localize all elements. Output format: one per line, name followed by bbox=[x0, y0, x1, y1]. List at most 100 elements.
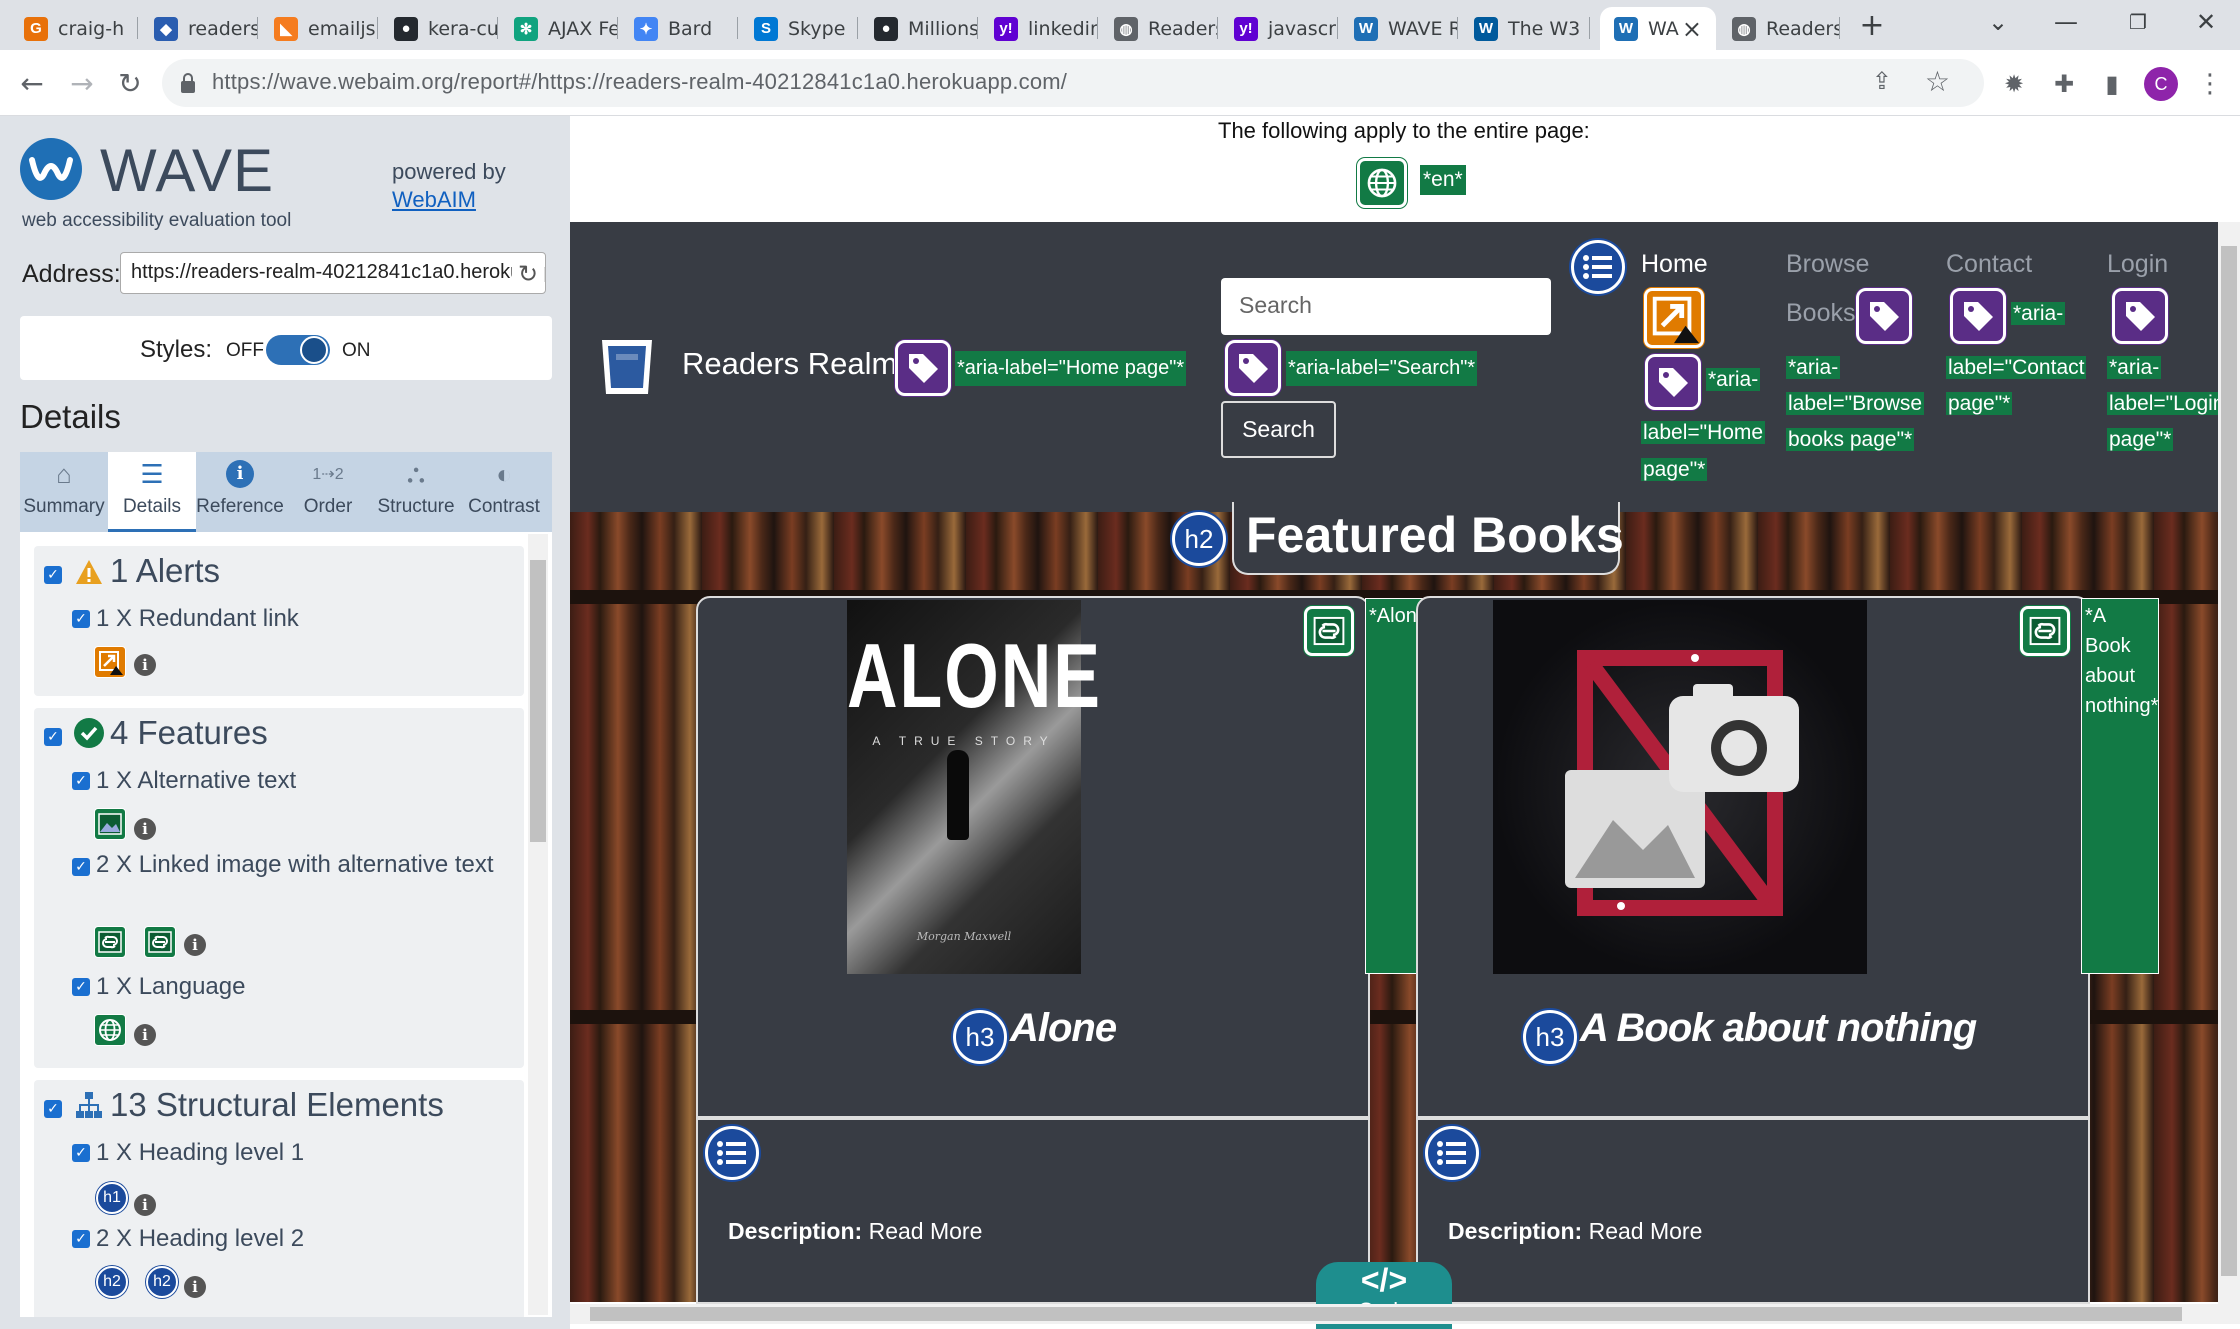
tab-details[interactable]: ☰ Details bbox=[108, 452, 196, 532]
browser-tab[interactable]: ✦ Bard bbox=[620, 7, 738, 50]
book-cover-alone[interactable]: ALONE A TRUE STORY Morgan Maxwell bbox=[847, 600, 1100, 974]
heading-1-checkbox[interactable]: ✓ bbox=[72, 1144, 90, 1162]
bug-extension-icon[interactable]: ✹ bbox=[1994, 64, 2034, 104]
language-globe-icon[interactable] bbox=[94, 1014, 126, 1046]
menu-kebab-icon[interactable]: ⋮ bbox=[2190, 64, 2230, 104]
heading-2-info-icon[interactable]: i bbox=[184, 1276, 206, 1298]
h3-alone-badge[interactable]: h3 bbox=[953, 1010, 1007, 1064]
browser-tab[interactable]: ● Millions bbox=[860, 7, 978, 50]
browser-tab[interactable]: W WA × bbox=[1600, 7, 1716, 50]
sidebar-scrollbar-thumb[interactable] bbox=[530, 560, 546, 842]
restore-button[interactable]: ❐ bbox=[2108, 0, 2168, 44]
linked-image-icon-alone[interactable] bbox=[1304, 606, 1354, 656]
back-arrow-icon[interactable]: ← bbox=[12, 64, 52, 104]
book-cover-nothing[interactable] bbox=[1493, 600, 1867, 974]
aria-label-tag-icon-search[interactable] bbox=[1225, 340, 1281, 396]
aria-browse-text-1: *aria- bbox=[1786, 356, 1841, 379]
page-horizontal-scrollbar-thumb[interactable] bbox=[590, 1307, 2182, 1321]
h2-badge-2[interactable]: h2 bbox=[146, 1266, 178, 1298]
close-tab-icon[interactable]: × bbox=[1682, 15, 1702, 43]
tab-summary[interactable]: ⌂ Summary bbox=[20, 452, 108, 532]
site-name[interactable]: Readers Realm bbox=[682, 346, 897, 382]
bookmark-star-icon[interactable]: ☆ bbox=[1925, 65, 1950, 98]
aria-label-tag-icon-login[interactable] bbox=[2112, 288, 2168, 344]
heading-2-checkbox[interactable]: ✓ bbox=[72, 1230, 90, 1248]
language-checkbox[interactable]: ✓ bbox=[72, 978, 90, 996]
linked-image-info-icon[interactable]: i bbox=[184, 934, 206, 956]
aria-label-tag-icon-contact[interactable] bbox=[1950, 288, 2006, 344]
tab-contrast[interactable]: ◐ Contrast bbox=[460, 452, 548, 532]
extensions-puzzle-icon[interactable]: ✚ bbox=[2044, 64, 2084, 104]
nav-login-link[interactable]: Login bbox=[2107, 250, 2168, 279]
search-input[interactable]: Search bbox=[1221, 278, 1551, 335]
list-icon-nothing[interactable] bbox=[1425, 1126, 1479, 1180]
address-input[interactable]: https://readers-realm-40212841c1a0.herok… bbox=[120, 252, 546, 294]
refresh-report-icon[interactable]: ↻ bbox=[512, 260, 545, 288]
alt-text-icon[interactable] bbox=[94, 808, 126, 840]
browser-tab[interactable]: ◍ Readers bbox=[1718, 7, 1840, 50]
alt-text-checkbox[interactable]: ✓ bbox=[72, 772, 90, 790]
browser-tab[interactable]: ◆ readers bbox=[140, 7, 258, 50]
list-icon-alone[interactable] bbox=[705, 1126, 759, 1180]
redundant-link-checkbox[interactable]: ✓ bbox=[72, 610, 90, 628]
browser-tab[interactable]: S Skype bbox=[740, 7, 858, 50]
features-checkbox[interactable]: ✓ bbox=[44, 728, 62, 746]
aria-label-tag-icon-nav-home[interactable] bbox=[1645, 354, 1701, 410]
browser-tab[interactable]: W The W3 bbox=[1460, 7, 1590, 50]
read-more-link-alone[interactable]: Read More bbox=[869, 1218, 983, 1244]
forward-arrow-icon[interactable]: → bbox=[62, 64, 102, 104]
tab-search-icon[interactable]: ⌄ bbox=[1968, 0, 2028, 44]
page-language-globe-icon[interactable] bbox=[1357, 158, 1407, 208]
close-window-button[interactable]: ✕ bbox=[2176, 0, 2236, 44]
browser-tab[interactable]: ◣ emailjs bbox=[260, 7, 378, 50]
redundant-link-alert-icon[interactable] bbox=[1644, 288, 1704, 348]
address-bar[interactable]: https://wave.webaim.org/report#/https://… bbox=[162, 59, 1984, 107]
browser-tab[interactable]: y! javascri bbox=[1220, 7, 1338, 50]
redundant-link-icon[interactable] bbox=[94, 646, 126, 678]
tab-reference[interactable]: i Reference bbox=[196, 452, 284, 532]
browser-tab[interactable]: ◍ Readers bbox=[1100, 7, 1218, 50]
new-tab-button[interactable]: + bbox=[1852, 6, 1892, 46]
alerts-checkbox[interactable]: ✓ bbox=[44, 566, 62, 584]
linked-image-checkbox[interactable]: ✓ bbox=[72, 858, 90, 876]
h3-nothing-badge[interactable]: h3 bbox=[1523, 1010, 1577, 1064]
structure-checkbox[interactable]: ✓ bbox=[44, 1100, 62, 1118]
read-more-link-nothing[interactable]: Read More bbox=[1589, 1218, 1703, 1244]
nav-browse-link[interactable]: Browse bbox=[1786, 250, 1869, 279]
nav-books-link[interactable]: Books bbox=[1786, 299, 1855, 328]
nav-contact-link[interactable]: Contact bbox=[1946, 250, 2032, 279]
page-vertical-scrollbar-thumb[interactable] bbox=[2221, 246, 2237, 1276]
nav-list-icon[interactable] bbox=[1571, 240, 1625, 294]
h2-featured-badge[interactable]: h2 bbox=[1172, 512, 1226, 566]
share-icon[interactable]: ⇪ bbox=[1872, 67, 1892, 95]
h1-badge[interactable]: h1 bbox=[96, 1182, 128, 1214]
tab-separator bbox=[857, 17, 858, 39]
browser-tab[interactable]: y! linkedin bbox=[980, 7, 1098, 50]
reload-icon[interactable]: ↻ bbox=[110, 64, 150, 104]
language-info-icon[interactable]: i bbox=[134, 1024, 156, 1046]
h2-badge-1[interactable]: h2 bbox=[96, 1266, 128, 1298]
profile-avatar[interactable]: C bbox=[2144, 67, 2178, 101]
description-label: Description: bbox=[1448, 1218, 1583, 1244]
linked-image-icon-nothing[interactable] bbox=[2020, 606, 2070, 656]
aria-label-tag-icon-browse[interactable] bbox=[1856, 288, 1912, 344]
heading-1-info-icon[interactable]: i bbox=[134, 1194, 156, 1216]
alt-text-nothing: *A Book about nothing* bbox=[2081, 598, 2159, 974]
search-button[interactable]: Search bbox=[1221, 401, 1336, 458]
browser-tab[interactable]: Gcraig-h bbox=[10, 7, 138, 50]
styles-toggle[interactable] bbox=[266, 335, 330, 365]
redundant-link-info-icon[interactable]: i bbox=[134, 654, 156, 676]
side-panel-icon[interactable]: ▮ bbox=[2092, 64, 2132, 104]
webaim-link[interactable]: WebAIM bbox=[392, 186, 506, 214]
tab-order[interactable]: 1⇢2 Order bbox=[284, 452, 372, 532]
browser-tab[interactable]: ● kera-cu bbox=[380, 7, 498, 50]
browser-tab[interactable]: W WAVE R bbox=[1340, 7, 1458, 50]
nav-home-link[interactable]: Home bbox=[1641, 250, 1708, 279]
browser-tab[interactable]: ✻ AJAX Fe bbox=[500, 7, 618, 50]
minimize-button[interactable]: — bbox=[2036, 0, 2096, 44]
linked-image-icon-2[interactable] bbox=[144, 926, 176, 958]
linked-image-icon-1[interactable] bbox=[94, 926, 126, 958]
alt-text-info-icon[interactable]: i bbox=[134, 818, 156, 840]
tab-structure[interactable]: ⛬ Structure bbox=[372, 452, 460, 532]
aria-label-tag-icon-home[interactable] bbox=[895, 340, 951, 396]
